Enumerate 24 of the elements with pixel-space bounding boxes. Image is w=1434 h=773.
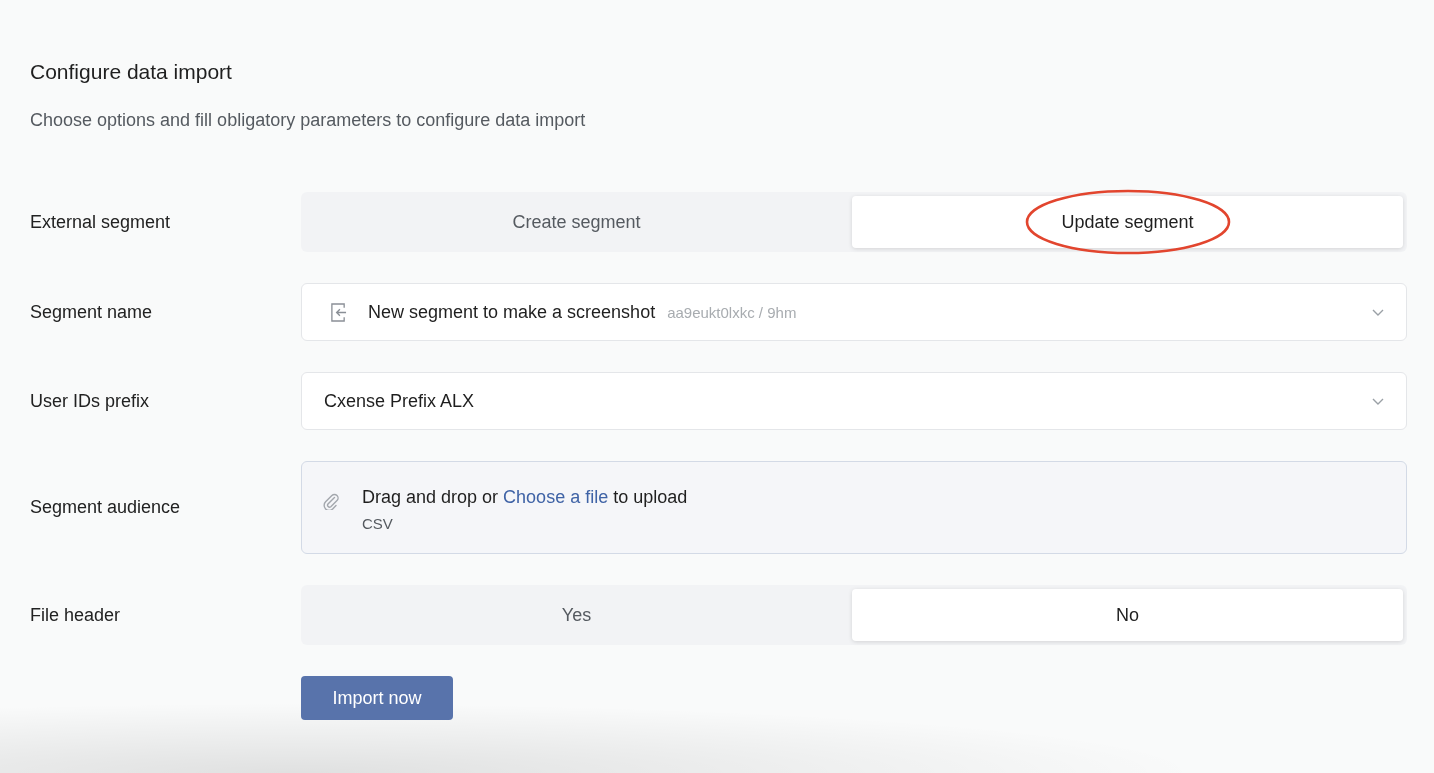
field-label: External segment — [30, 211, 172, 233]
segment-option[interactable]: Create segment — [301, 196, 852, 248]
paperclip-icon — [322, 492, 340, 510]
field-label: Segment audience — [30, 497, 182, 518]
upload-instructions: Drag and drop or Choose a file to upload — [362, 486, 688, 509]
segment-id: aa9eukt0lxkc / 9hm — [667, 303, 797, 321]
field-label: User IDs prefix — [30, 390, 151, 412]
import-button[interactable]: Import now — [301, 676, 453, 720]
segment-option[interactable]: Yes — [301, 589, 852, 641]
box-arrow-icon — [330, 301, 347, 323]
segment-option[interactable]: No — [852, 589, 1403, 641]
dropdown-field[interactable]: Cxense Prefix ALX — [301, 372, 1407, 430]
field-label: Segment name — [30, 301, 154, 323]
field-label: File header — [30, 604, 122, 626]
selected-value: New segment to make a screenshot — [368, 301, 656, 323]
file-format: CSV — [362, 515, 393, 533]
chevron-down-icon — [1372, 397, 1384, 405]
selected-value: Cxense Prefix ALX — [324, 390, 475, 412]
choose-file-link[interactable]: Choose a file — [503, 487, 609, 507]
page-title: Configure data import — [30, 60, 233, 84]
dropdown-field[interactable]: New segment to make a screenshot aa9eukt0lxkc / 9hm — [301, 283, 1407, 341]
page-subtitle: Choose options and fill obligatory parameters to configure data import — [30, 109, 587, 132]
chevron-down-icon — [1372, 308, 1384, 316]
file-drop-zone[interactable]: Drag and drop or Choose a file to upload CSV — [301, 461, 1407, 554]
